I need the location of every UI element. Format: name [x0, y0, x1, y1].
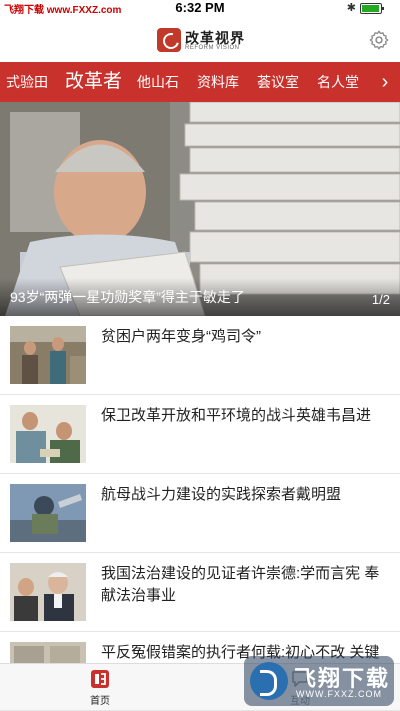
battery-icon [360, 3, 384, 14]
news-item[interactable]: 贫困户两年变身“鸡司令” [0, 316, 400, 395]
news-list: 贫困户两年变身“鸡司令” 保卫改革开放和平环境的战斗英雄韦昌进 航母战斗力建设的… [0, 316, 400, 711]
tabs-next-button[interactable]: › [370, 62, 400, 102]
news-title: 保卫改革开放和平环境的战斗英雄韦昌进 [101, 407, 372, 424]
status-bar: 飞翔下载 www.FXXZ.com 6:32 PM ✱ [0, 0, 400, 16]
news-thumbnail [10, 484, 86, 542]
nav-home[interactable]: 首页 [50, 664, 150, 710]
chevron-right-icon: › [381, 71, 389, 93]
settings-button[interactable] [368, 29, 390, 51]
home-icon [91, 670, 109, 688]
news-title: 航母战斗力建设的实践探索者戴明盟 [101, 486, 342, 503]
brand-logo-icon [157, 28, 181, 52]
news-item[interactable]: 保卫改革开放和平环境的战斗英雄韦昌进 [0, 395, 400, 474]
tab-huiyishi[interactable]: 荟议室 [257, 62, 299, 102]
tab-gaigezhe[interactable]: 改革者 [65, 62, 122, 102]
status-time: 6:32 PM [175, 0, 225, 15]
bluetooth-icon: ✱ [346, 2, 356, 14]
news-item[interactable]: 我国法治建设的见证者许崇德:学而言宪 奉献法治事业 [0, 553, 400, 632]
news-title: 我国法治建设的见证者许崇德:学而言宪 奉献法治事业 [101, 565, 380, 604]
brand-name-en: REFORM VISION [185, 45, 240, 51]
tab-shiyantian[interactable]: 式验田 [6, 62, 48, 102]
tab-tashanshi[interactable]: 他山石 [137, 62, 179, 102]
category-tabs: 式验田 改革者 他山石 资料库 荟议室 名人堂 › [0, 62, 400, 102]
gear-icon [369, 30, 389, 50]
news-thumbnail [10, 326, 86, 384]
nav-home-label: 首页 [90, 696, 110, 707]
hero-caption: 93岁“两弹一星功勋奖章”得主于敏走了 1/2 [0, 278, 400, 316]
app-header: 改革视界 REFORM VISION [0, 16, 400, 63]
watermark: 飞翔下载 WWW.FXXZ.COM [244, 656, 394, 706]
watermark-url: WWW.FXXZ.COM [296, 689, 382, 699]
hero-title[interactable]: 93岁“两弹一星功勋奖章”得主于敏走了 [10, 287, 245, 307]
news-thumbnail [10, 563, 86, 621]
news-title: 贫困户两年变身“鸡司令” [101, 328, 261, 345]
tab-mingrentang[interactable]: 名人堂 [317, 62, 359, 102]
tab-ziliaoku[interactable]: 资料库 [197, 62, 239, 102]
carousel-pager: 1/2 [371, 292, 390, 307]
watermark-logo-icon [250, 662, 288, 700]
news-item[interactable]: 航母战斗力建设的实践探索者戴明盟 [0, 474, 400, 553]
hero-carousel[interactable]: 93岁“两弹一星功勋奖章”得主于敏走了 1/2 [0, 102, 400, 316]
news-thumbnail [10, 405, 86, 463]
